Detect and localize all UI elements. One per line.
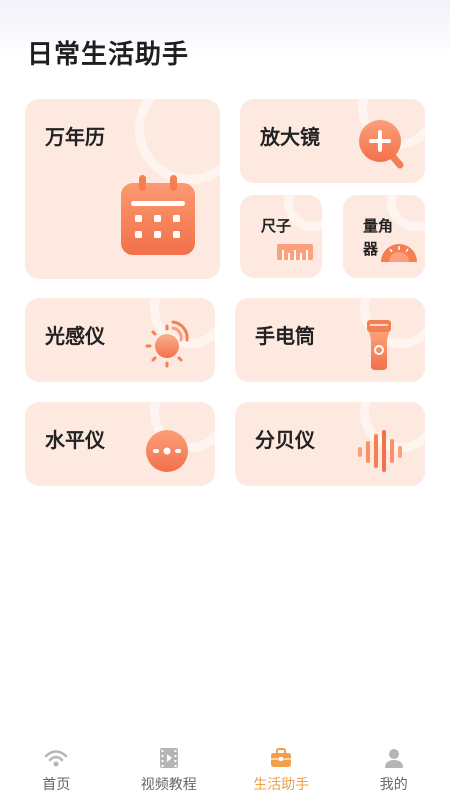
nav-video-label: 视频教程	[140, 777, 197, 793]
decibel-card[interactable]: 分贝仪	[235, 402, 425, 486]
level-card[interactable]: 水平仪	[25, 402, 215, 486]
level-icon	[146, 430, 188, 472]
nav-mine-label: 我的	[379, 777, 408, 793]
level-label: 水平仪	[45, 428, 105, 452]
light-meter-label: 光感仪	[45, 324, 105, 348]
nav-life-assistant[interactable]: 生活助手	[225, 738, 338, 800]
flashlight-icon	[367, 320, 391, 370]
light-meter-card[interactable]: 光感仪	[25, 298, 215, 382]
video-icon	[159, 748, 178, 768]
nav-home[interactable]: 首页	[0, 738, 113, 800]
briefcase-icon	[271, 748, 292, 767]
nav-video[interactable]: 视频教程	[113, 738, 226, 800]
ruler-label: 尺子	[261, 217, 292, 235]
magnifier-card[interactable]: 放大镜	[240, 99, 425, 183]
nav-mine[interactable]: 我的	[338, 738, 450, 800]
calendar-icon	[121, 175, 195, 255]
protractor-label-line2: 器	[363, 240, 379, 258]
bottom-nav: 首页 视频教程 生活助手 我的	[0, 738, 450, 800]
flashlight-label: 手电筒	[255, 324, 315, 348]
page-title: 日常生活助手	[27, 40, 190, 70]
protractor-card[interactable]: 量角 器	[343, 195, 425, 278]
decibel-label: 分贝仪	[255, 428, 315, 452]
protractor-icon	[381, 244, 417, 262]
wifi-icon	[45, 750, 68, 767]
nav-home-label: 首页	[42, 777, 71, 793]
magnifier-label: 放大镜	[260, 125, 320, 149]
calendar-label: 万年历	[45, 125, 105, 149]
sun-icon	[145, 320, 189, 368]
user-icon	[384, 749, 403, 768]
ruler-icon	[277, 244, 313, 260]
ruler-card[interactable]: 尺子	[240, 195, 322, 278]
magnifier-plus-icon	[359, 120, 404, 169]
sound-wave-icon	[358, 430, 402, 472]
calendar-card[interactable]: 万年历	[25, 99, 220, 279]
nav-life-assistant-label: 生活助手	[253, 777, 310, 793]
flashlight-card[interactable]: 手电筒	[235, 298, 425, 382]
protractor-label-line1: 量角	[363, 217, 394, 235]
